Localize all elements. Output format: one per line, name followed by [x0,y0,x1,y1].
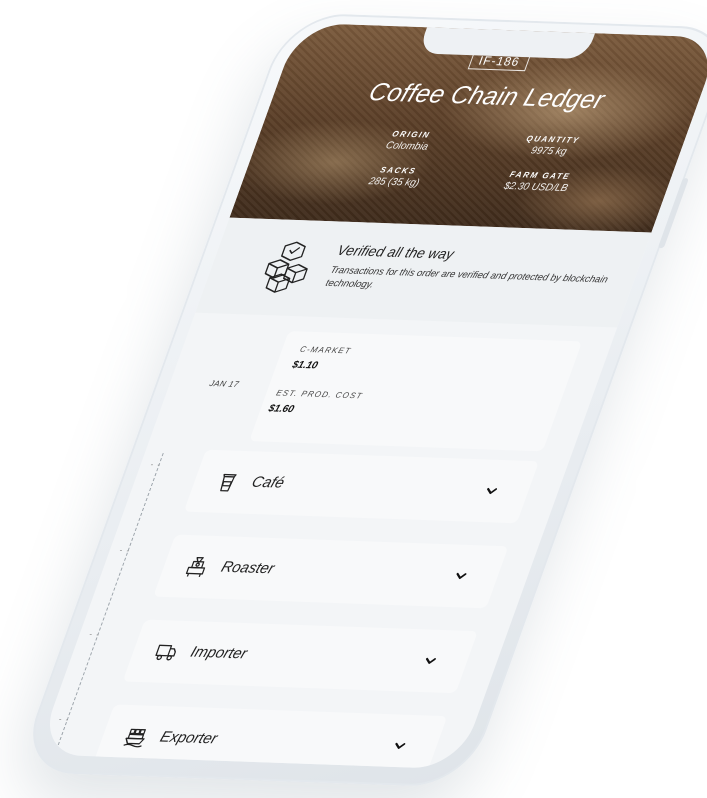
ship-icon [123,728,146,748]
roaster-machine-icon [185,556,206,577]
chain-row-importer[interactable]: Importer [122,619,478,694]
chain-label: Importer [188,643,250,663]
verified-card: Verified all the way Transactions for th… [195,217,652,328]
stat-origin: ORIGIN Colombia [334,128,484,155]
order-stats: ORIGIN Colombia QUANTITY 9975 kg SACKS 2… [321,128,625,196]
stat-quantity: QUANTITY 9975 kg [476,133,626,160]
chain-row-cafe[interactable]: Café [183,449,540,524]
stage: IF-186 Coffee Chain Ledger ORIGIN Colomb… [0,0,707,798]
chain-label: Exporter [157,728,220,748]
phone-device: IF-186 Coffee Chain Ledger ORIGIN Colomb… [16,12,707,788]
chevron-down-icon[interactable] [390,739,409,753]
blockchain-cubes-icon [264,241,308,293]
stat-farm-gate: FARM GATE $2.30 USD/LB [463,168,613,195]
chain-row-roaster[interactable]: Roaster [153,534,509,609]
timeline-marker: - - [57,714,72,725]
chevron-down-icon[interactable] [421,654,440,668]
page-title: Coffee Chain Ledger [364,78,609,115]
chain-label: Café [249,473,287,492]
c-market-label: C-MARKET [298,344,353,356]
timeline-marker: - - [149,459,163,470]
verified-description: Transactions for this order are verified… [323,264,610,291]
chain-label: Roaster [218,558,277,578]
stat-value: $2.30 USD/LB [502,180,570,195]
prod-cost-value: $1.60 [266,403,296,416]
truck-icon [155,644,176,661]
chevron-down-icon[interactable] [451,569,470,583]
timeline-marker: - - [118,545,132,556]
c-market-value: $1.10 [290,359,320,372]
stat-value: Colombia [384,140,430,153]
coffee-cup-icon [220,473,237,492]
verified-title: Verified all the way [335,241,457,262]
chevron-down-icon[interactable] [482,484,501,498]
stat-value: 285 (35 kg) [367,176,421,189]
stat-sacks: SACKS 285 (35 kg) [321,163,471,190]
price-date: JAN 17 [208,378,241,389]
stat-value: 9975 kg [529,145,569,158]
timeline-marker: - - [87,629,102,640]
